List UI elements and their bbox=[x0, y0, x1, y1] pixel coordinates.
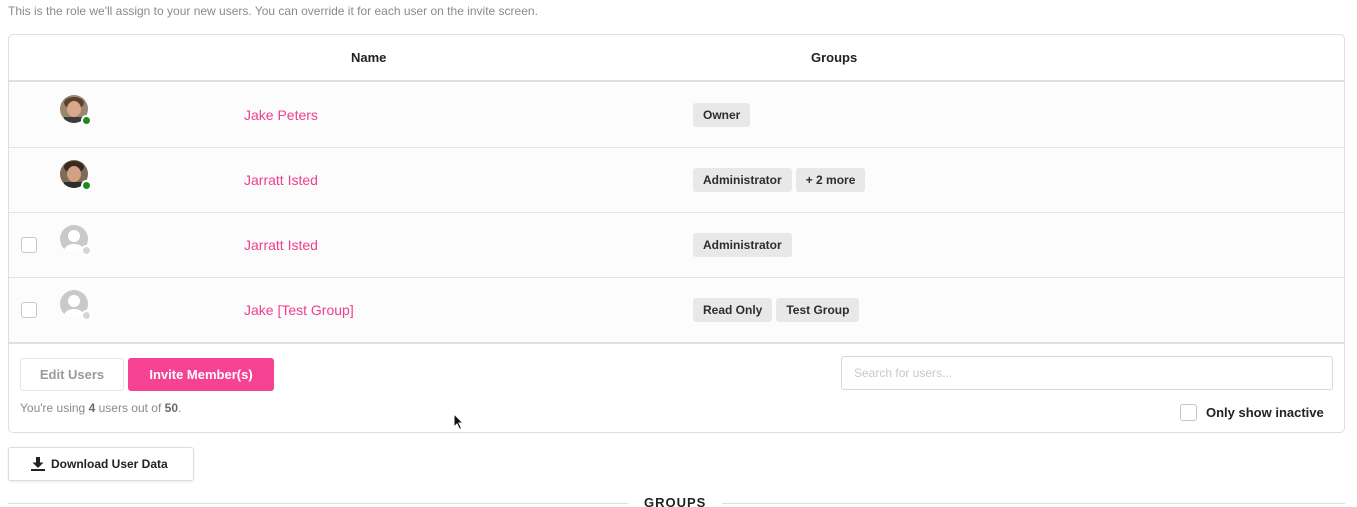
usage-limit: 50 bbox=[164, 401, 178, 415]
group-tag: Test Group bbox=[776, 298, 860, 322]
offline-status-icon bbox=[81, 310, 92, 321]
invite-members-button[interactable]: Invite Member(s) bbox=[128, 358, 274, 391]
offline-status-icon bbox=[81, 245, 92, 256]
group-tags: Owner bbox=[693, 103, 751, 127]
table-row[interactable]: Jarratt Isted Administrator bbox=[9, 213, 1344, 278]
more-groups-tag[interactable]: + 2 more bbox=[795, 168, 866, 192]
usage-prefix: You're using bbox=[20, 401, 89, 415]
table-row[interactable]: Jake Peters Owner bbox=[9, 83, 1344, 148]
user-name-link[interactable]: Jarratt Isted bbox=[244, 237, 318, 253]
search-users-input[interactable] bbox=[841, 356, 1333, 390]
usage-suffix: . bbox=[178, 401, 182, 415]
row-select-checkbox[interactable] bbox=[21, 302, 37, 318]
mouse-cursor-icon bbox=[453, 413, 465, 431]
group-tags: Read Only Test Group bbox=[693, 298, 860, 322]
group-tag: Administrator bbox=[693, 168, 792, 192]
avatar bbox=[60, 290, 92, 321]
default-role-hint: This is the role we'll assign to your ne… bbox=[8, 4, 538, 18]
group-tag: Administrator bbox=[693, 233, 792, 257]
column-header-groups[interactable]: Groups bbox=[811, 50, 857, 65]
group-tags: Administrator + 2 more bbox=[693, 168, 866, 192]
table-row[interactable]: Jarratt Isted Administrator + 2 more bbox=[9, 148, 1344, 213]
download-icon bbox=[31, 457, 45, 471]
only-show-inactive-label[interactable]: Only show inactive bbox=[1206, 405, 1324, 420]
table-header: Name Groups bbox=[9, 35, 1344, 82]
row-select-checkbox[interactable] bbox=[21, 237, 37, 253]
download-user-data-label: Download User Data bbox=[51, 457, 168, 471]
table-footer: Edit Users Invite Member(s) You're using… bbox=[9, 344, 1344, 432]
online-status-icon bbox=[81, 180, 92, 191]
avatar bbox=[60, 225, 92, 256]
table-row[interactable]: Jake [Test Group] Read Only Test Group bbox=[9, 278, 1344, 344]
user-name-link[interactable]: Jake Peters bbox=[244, 107, 318, 123]
user-name-link[interactable]: Jake [Test Group] bbox=[244, 302, 354, 318]
column-header-name[interactable]: Name bbox=[351, 50, 386, 65]
avatar bbox=[60, 95, 92, 126]
group-tag: Owner bbox=[693, 103, 751, 127]
group-tag: Read Only bbox=[693, 298, 773, 322]
users-table: Name Groups Jake Peters Owner Jarratt Is… bbox=[8, 34, 1345, 433]
groups-section-title: GROUPS bbox=[628, 495, 723, 507]
online-status-icon bbox=[81, 115, 92, 126]
only-show-inactive-toggle[interactable]: Only show inactive bbox=[1180, 404, 1324, 421]
user-usage-text: You're using 4 users out of 50. bbox=[20, 401, 181, 415]
only-show-inactive-checkbox[interactable] bbox=[1180, 404, 1197, 421]
user-name-link[interactable]: Jarratt Isted bbox=[244, 172, 318, 188]
download-user-data-button[interactable]: Download User Data bbox=[8, 447, 194, 481]
group-tags: Administrator bbox=[693, 233, 792, 257]
avatar bbox=[60, 160, 92, 191]
usage-middle: users out of bbox=[95, 401, 165, 415]
edit-users-button[interactable]: Edit Users bbox=[20, 358, 124, 391]
